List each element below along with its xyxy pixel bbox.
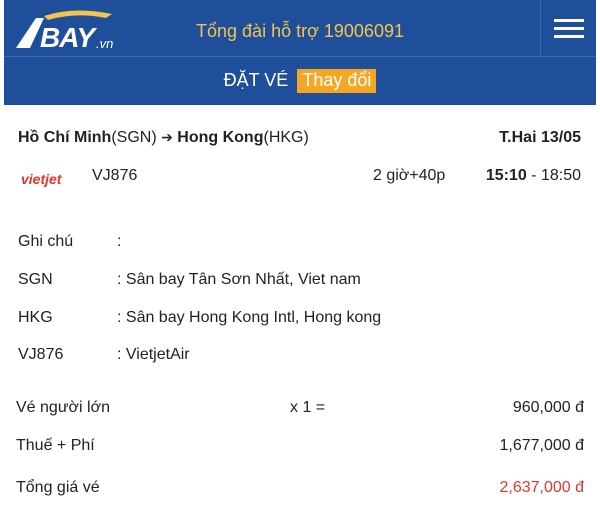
adult-price: 960,000 đ <box>512 399 584 416</box>
flight-date: T.Hai 13/05 <box>499 129 581 146</box>
total-price: 2,637,000 đ <box>499 479 584 496</box>
flight-route: Hồ Chí Minh(SGN) ➔ Hong Kong(HKG) <box>18 129 309 147</box>
booking-bar: ĐẶT VÉ Thay đổi <box>4 56 596 105</box>
info-label: HKG <box>18 309 53 326</box>
flight-duration: 2 giờ+40p <box>373 167 446 184</box>
info-value: : VietjetAir <box>117 346 190 363</box>
from-city: Hồ Chí Minh <box>18 129 112 146</box>
adult-quantity: x 1 = <box>290 399 326 416</box>
info-label: Ghi chú <box>18 233 74 250</box>
depart-time: 15:10 <box>485 167 527 184</box>
total-label: Tổng giá vé <box>16 479 100 496</box>
flight-times: 15:10 - 18:50 <box>486 167 581 185</box>
adult-label: Vé người lớn <box>16 399 110 416</box>
arrive-time: - 18:50 <box>526 167 581 184</box>
info-value: : Sân bay Tân Sơn Nhất, Viet nam <box>117 271 361 288</box>
to-code: (HKG) <box>263 129 309 146</box>
booking-title: ĐẶT VÉ <box>223 70 289 90</box>
airline-logo-text: vietjet <box>21 171 63 187</box>
vietjet-logo: vietjet <box>21 171 63 187</box>
change-button[interactable]: Thay đổi <box>297 69 377 93</box>
hamburger-menu-icon[interactable] <box>540 0 596 56</box>
tax-price: 1,677,000 đ <box>499 437 584 454</box>
top-header: BAY .vn Tổng đài hỗ trợ 19006091 <box>4 0 596 56</box>
to-city: Hong Kong <box>177 129 264 146</box>
info-label: VJ876 <box>18 346 64 363</box>
info-label: SGN <box>18 271 53 288</box>
arrow-right-icon: ➔ <box>161 129 173 145</box>
tax-label: Thuế + Phí <box>16 437 95 454</box>
hotline-text: Tổng đài hỗ trợ 19006091 <box>196 21 404 41</box>
flight-number: VJ876 <box>92 167 138 184</box>
info-value: : Sân bay Hong Kong Intl, Hong kong <box>117 309 382 326</box>
from-code: (SGN) <box>111 129 157 146</box>
info-value: : <box>117 233 122 250</box>
